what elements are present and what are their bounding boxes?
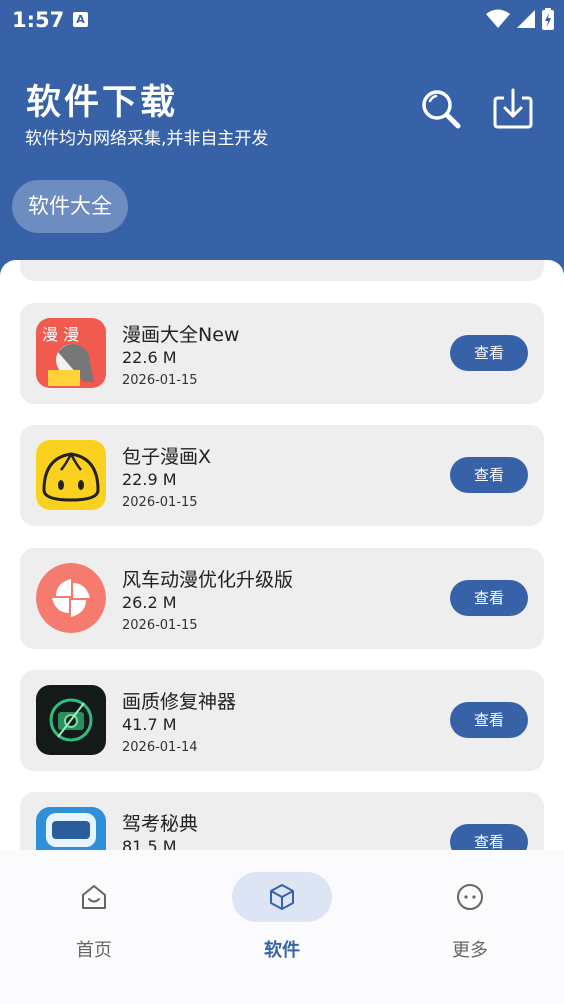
more-icon (457, 884, 483, 910)
app-name: 风车动漫优化升级版 (122, 569, 294, 591)
app-card-partial[interactable] (20, 260, 544, 281)
app-name: 包子漫画X (122, 446, 212, 468)
header: 1:57 A 软件下载 软件均为网络采集,并非自主开发 软件大全 (0, 0, 564, 280)
status-bar: 1:57 A (0, 0, 564, 38)
nav-item-software[interactable]: 软件 (188, 850, 376, 990)
search-icon (422, 90, 461, 129)
app-size: 81.5 M (122, 837, 177, 850)
app-name: 驾考秘典 (122, 813, 199, 835)
manga-app-icon: 漫 漫 (36, 318, 106, 388)
app-date: 2026-01-14 (122, 740, 198, 755)
status-icons (486, 8, 554, 30)
app-card[interactable]: 驾考秘典 81.5 M 查看 (20, 792, 544, 850)
battery-icon (542, 8, 554, 30)
app-card[interactable]: 包子漫画X 22.9 M 2026-01-15 查看 (20, 425, 544, 526)
pinwheel-app-icon (36, 563, 106, 633)
download-icon (493, 88, 533, 129)
view-button[interactable]: 查看 (450, 457, 528, 493)
app-list: 漫 漫 漫画大全New 22.6 M 2026-01-15 查看 包子漫画X 2… (0, 260, 564, 850)
app-name: 画质修复神器 (122, 691, 237, 713)
notification-icon: A (73, 12, 88, 27)
app-size: 41.7 M (122, 715, 177, 734)
home-icon (82, 885, 106, 909)
nav-label: 首页 (76, 940, 112, 961)
app-date: 2026-01-15 (122, 495, 198, 510)
bottom-nav: 首页 软件 更多 (0, 850, 564, 1004)
search-button[interactable] (418, 86, 464, 132)
nav-item-home[interactable]: 首页 (0, 850, 188, 990)
view-button[interactable]: 查看 (450, 580, 528, 616)
app-size: 26.2 M (122, 593, 177, 612)
bun-app-icon (36, 440, 106, 510)
nav-label: 更多 (452, 940, 488, 961)
page-title: 软件下载 (26, 83, 179, 123)
view-button[interactable]: 查看 (450, 824, 528, 850)
app-card[interactable]: 画质修复神器 41.7 M 2026-01-14 查看 (20, 670, 544, 771)
status-time: 1:57 (12, 8, 65, 32)
signal-icon (517, 10, 535, 28)
app-size: 22.6 M (122, 348, 177, 367)
view-button[interactable]: 查看 (450, 335, 528, 371)
app-name: 漫画大全New (122, 324, 240, 346)
app-date: 2026-01-15 (122, 373, 198, 388)
view-button[interactable]: 查看 (450, 702, 528, 738)
app-size: 22.9 M (122, 470, 177, 489)
app-card[interactable]: 风车动漫优化升级版 26.2 M 2026-01-15 查看 (20, 548, 544, 649)
car-app-icon (36, 807, 106, 850)
download-button[interactable] (490, 86, 536, 132)
nav-item-more[interactable]: 更多 (376, 850, 564, 990)
page-subtitle: 软件均为网络采集,并非自主开发 (25, 129, 269, 149)
image-repair-app-icon (36, 685, 106, 755)
cube-icon (270, 884, 294, 910)
app-card[interactable]: 漫 漫 漫画大全New 22.6 M 2026-01-15 查看 (20, 303, 544, 404)
nav-label: 软件 (264, 940, 300, 961)
app-date: 2026-01-15 (122, 618, 198, 633)
svg-text:漫 漫: 漫 漫 (42, 325, 79, 344)
wifi-icon (486, 9, 510, 28)
category-chip[interactable]: 软件大全 (12, 180, 128, 233)
